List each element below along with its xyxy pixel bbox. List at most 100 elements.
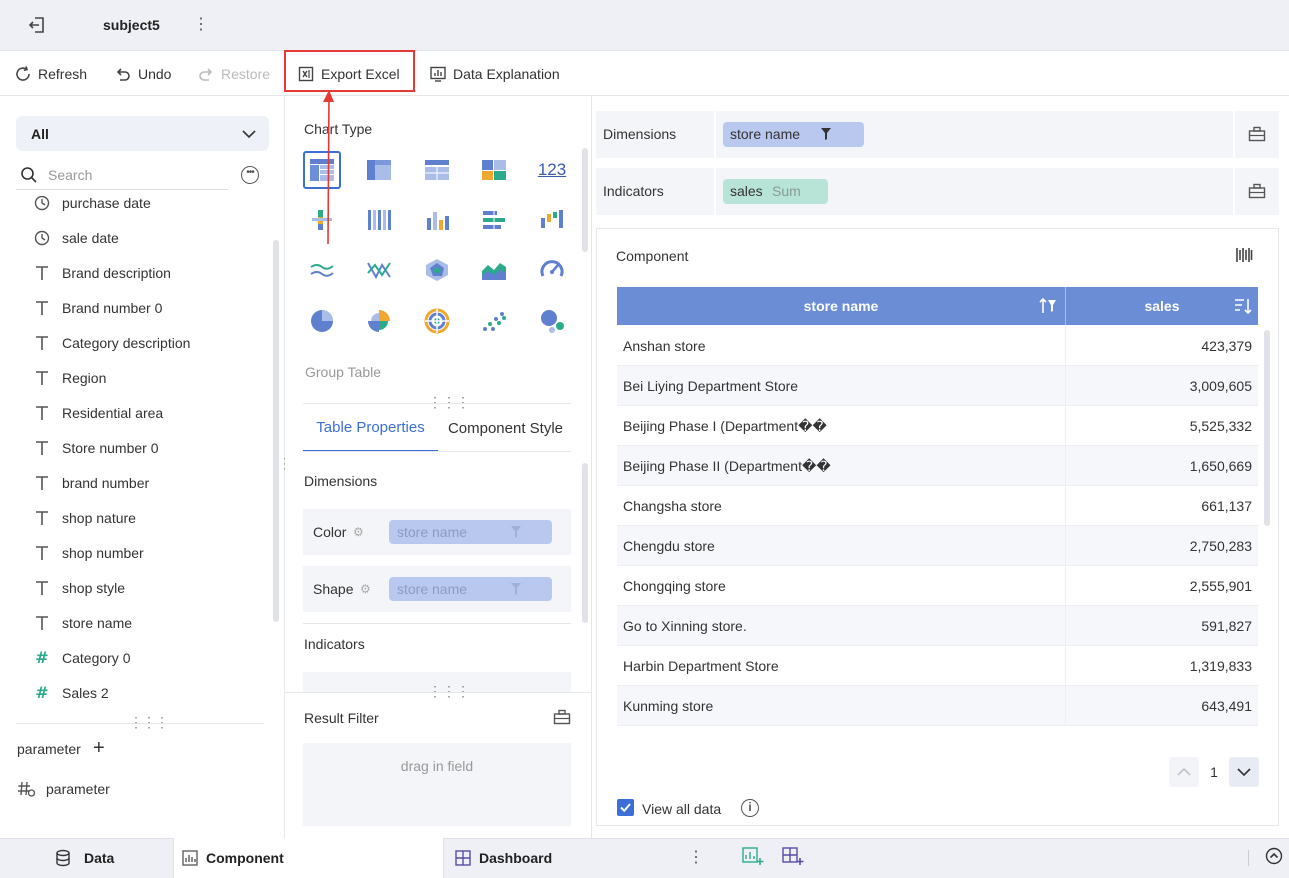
previous-page-button[interactable]	[1169, 757, 1199, 787]
vertical-dots-icon[interactable]: ⋮	[193, 14, 209, 36]
view-all-label[interactable]: View all data	[642, 801, 721, 817]
dimension-field-pill[interactable]: store name	[723, 122, 864, 147]
field-item[interactable]: brand number	[0, 465, 272, 500]
sort-icon[interactable]	[1234, 297, 1252, 315]
filter-icon[interactable]	[510, 582, 522, 596]
column-header-sales[interactable]: sales	[1066, 287, 1258, 325]
field-item[interactable]: shop number	[0, 535, 272, 570]
field-item[interactable]: # Sales 2	[0, 675, 272, 710]
add-dashboard-icon[interactable]	[782, 846, 804, 866]
gear-icon[interactable]: ⚙	[353, 525, 364, 539]
indicator-field-pill[interactable]: sales Sum	[723, 179, 828, 204]
search-input[interactable]	[48, 167, 218, 183]
table-row[interactable]: Bei Liying Department Store 3,009,605	[617, 366, 1258, 406]
kpi-chart-button[interactable]: 123	[533, 151, 571, 189]
result-filter-drop-zone[interactable]	[303, 743, 571, 826]
data-explanation-button[interactable]: Data Explanation	[429, 51, 560, 96]
field-item[interactable]: Store number 0	[0, 430, 272, 465]
add-component-icon[interactable]	[742, 846, 764, 866]
waterfall-chart-button[interactable]	[533, 201, 571, 239]
info-icon[interactable]: i	[741, 799, 759, 817]
field-item[interactable]: Region	[0, 360, 272, 395]
field-item[interactable]: Residential area	[0, 395, 272, 430]
shape-field-pill[interactable]: store name	[389, 577, 552, 601]
filter-icon[interactable]	[820, 127, 832, 141]
restore-button[interactable]: Restore	[197, 51, 270, 96]
chart-type-scrollbar[interactable]	[582, 148, 588, 252]
divider	[303, 623, 571, 624]
more-options-icon[interactable]: •••	[241, 166, 259, 184]
exit-icon[interactable]	[26, 14, 48, 36]
table-row[interactable]: Kunming store 643,491	[617, 686, 1258, 726]
pie-chart-button[interactable]	[303, 302, 341, 340]
sort-filter-icon[interactable]	[1039, 297, 1057, 315]
barcode-icon[interactable]	[1235, 246, 1253, 264]
view-all-checkbox[interactable]	[617, 799, 634, 816]
toolbox-icon[interactable]	[1248, 126, 1266, 142]
annotation-arrow-icon	[323, 90, 334, 245]
tab-table-properties[interactable]: Table Properties	[303, 405, 438, 452]
line-chart-button[interactable]	[303, 251, 341, 289]
tab-component-style[interactable]: Component Style	[440, 405, 571, 452]
table-row[interactable]: Changsha store 661,137	[617, 486, 1258, 526]
field-item[interactable]: # Category 0	[0, 640, 272, 675]
table-row[interactable]: Chengdu store 2,750,283	[617, 526, 1258, 566]
table-row[interactable]: Go to Xinning store. 591,827	[617, 606, 1258, 646]
filter-icon[interactable]	[510, 525, 522, 539]
tab-data[interactable]: Data	[54, 838, 114, 878]
grouped-bar-chart-button[interactable]	[360, 201, 398, 239]
column-header-store-name[interactable]: store name	[617, 287, 1065, 325]
text-type-icon	[34, 300, 50, 316]
table-row[interactable]: Harbin Department Store 1,319,833	[617, 646, 1258, 686]
table-row[interactable]: Chongqing store 2,555,901	[617, 566, 1258, 606]
left-scrollbar[interactable]	[273, 240, 279, 622]
gauge-chart-button[interactable]	[533, 251, 571, 289]
rose-chart-button[interactable]	[360, 302, 398, 340]
table-row[interactable]: Beijing Phase I (Department�� 5,525,332	[617, 406, 1258, 446]
color-property-row: Color ⚙ store name	[303, 509, 571, 555]
vertical-dots-icon[interactable]: ⋮	[688, 847, 704, 867]
table-row[interactable]: Beijing Phase II (Department�� 1,650,669	[617, 446, 1258, 486]
field-item[interactable]: store name	[0, 605, 272, 640]
color-field-pill[interactable]: store name	[389, 520, 552, 544]
chevron-down-icon[interactable]	[241, 126, 257, 142]
shape-field-name: store name	[397, 581, 468, 597]
cross-table-icon	[367, 160, 391, 180]
field-item[interactable]: sale date	[0, 220, 272, 255]
bubble-chart-button[interactable]	[533, 302, 571, 340]
undo-button[interactable]: Undo	[114, 51, 171, 96]
detail-table-chart-button[interactable]	[418, 151, 456, 189]
collapse-up-icon[interactable]	[1265, 847, 1283, 865]
bar-chart-button[interactable]	[475, 201, 513, 239]
field-item[interactable]: Brand description	[0, 255, 272, 290]
column-chart-button[interactable]	[418, 201, 456, 239]
toolbox-icon[interactable]	[1248, 183, 1266, 199]
tab-dashboard[interactable]: Dashboard	[455, 838, 552, 878]
field-item[interactable]: purchase date	[0, 196, 272, 220]
block-chart-button[interactable]	[475, 151, 513, 189]
parameter-item[interactable]: parameter	[46, 781, 110, 797]
field-item[interactable]: Brand number 0	[0, 290, 272, 325]
tab-component[interactable]: Component	[182, 838, 284, 878]
field-label: shop style	[62, 579, 126, 596]
next-page-button[interactable]	[1229, 757, 1259, 787]
field-item[interactable]: Category description	[0, 325, 272, 360]
sunburst-chart-button[interactable]	[418, 302, 456, 340]
add-parameter-button[interactable]: +	[93, 737, 105, 760]
field-item[interactable]: shop nature	[0, 500, 272, 535]
radar-chart-button[interactable]	[418, 251, 456, 289]
selected-chart-name: Group Table	[305, 364, 382, 380]
toolbox-icon[interactable]	[553, 709, 571, 725]
cross-table-chart-button[interactable]	[360, 151, 398, 189]
scatter-chart-button[interactable]	[475, 302, 513, 340]
table-scrollbar[interactable]	[1264, 330, 1270, 526]
table-row[interactable]: Anshan store 423,379	[617, 326, 1258, 366]
field-item[interactable]: shop style	[0, 570, 272, 605]
polyline-chart-button[interactable]	[360, 251, 398, 289]
area-chart-button[interactable]	[475, 251, 513, 289]
refresh-button[interactable]: Refresh	[14, 51, 87, 96]
gear-icon[interactable]: ⚙	[360, 582, 371, 596]
group-select[interactable]	[16, 116, 269, 151]
dimensions-shelf: Dimensions store name	[596, 111, 1279, 158]
properties-scrollbar[interactable]	[582, 463, 588, 623]
